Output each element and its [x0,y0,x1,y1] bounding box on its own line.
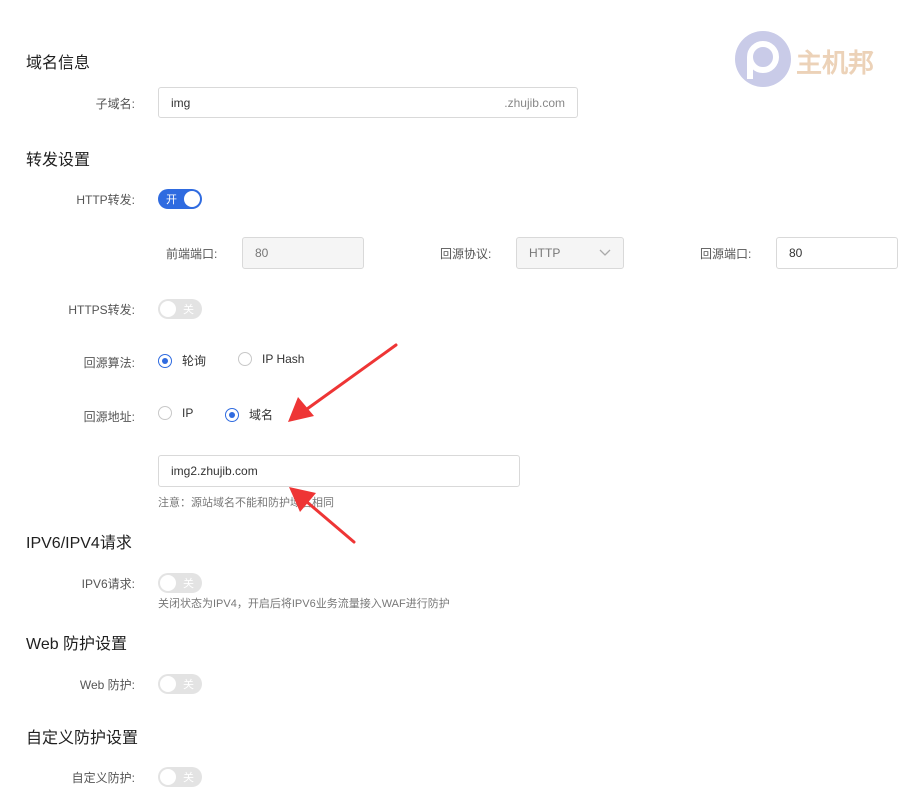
annotation-arrows [288,343,398,544]
annotation-arrow-to-domain-radio [288,343,398,422]
annotation-arrow-to-address-input [289,487,356,544]
